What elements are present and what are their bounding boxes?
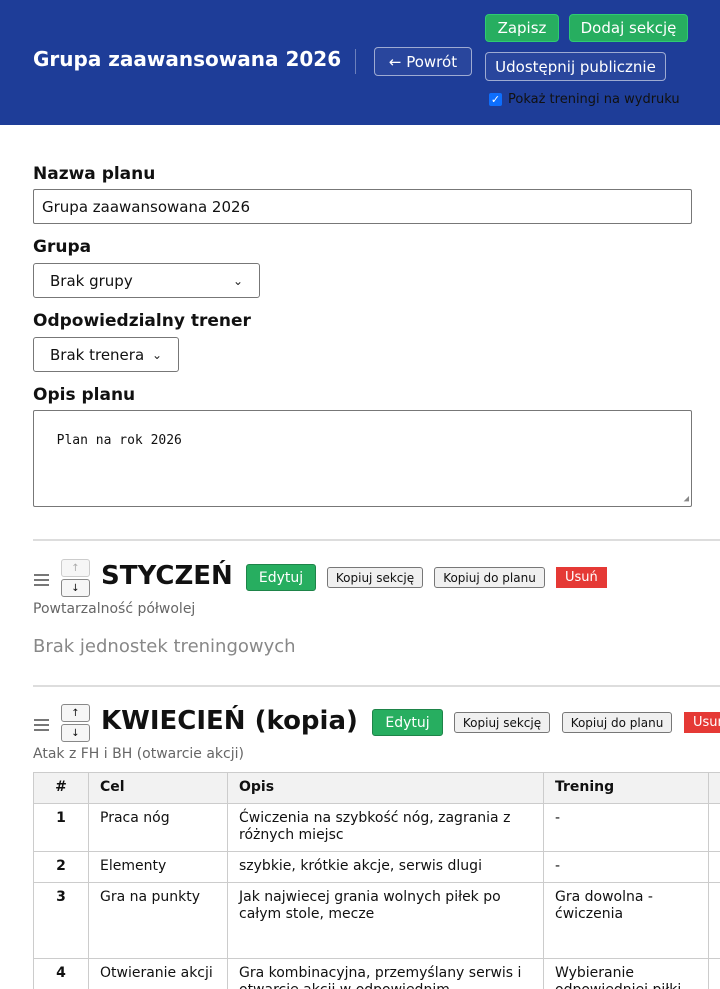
table-row[interactable]: 1 Praca nóg Ćwiczenia na szybkość nóg, z… [33, 803, 720, 852]
move-down-button[interactable]: ↓ [61, 579, 90, 597]
delete-section-button[interactable]: Usuń [556, 567, 607, 588]
copy-section-button[interactable]: Kopiuj sekcję [454, 712, 550, 733]
plan-name-label: Nazwa planu [33, 164, 156, 184]
top-bar: Grupa zaawansowana 2026 ← Powrót Zapisz … [0, 0, 720, 125]
row-goal: Praca nóg [88, 803, 228, 852]
section-divider [33, 685, 720, 687]
row-description: Gra kombinacyjna, przemyślany serwis i o… [227, 958, 544, 989]
save-button[interactable]: Zapisz [485, 14, 559, 42]
column-header-num: # [33, 772, 89, 804]
row-number: 3 [33, 882, 89, 959]
chevron-down-icon: ⌄ [232, 273, 243, 288]
coach-select-value: Brak trenera [50, 345, 145, 364]
row-goal: Otwieranie akcji [88, 958, 228, 989]
resize-handle-icon[interactable]: ◢ [684, 494, 689, 504]
row-goal: Gra na punkty [88, 882, 228, 959]
coach-select[interactable]: Brak trenera ⌄ [33, 337, 179, 372]
add-section-button[interactable]: Dodaj sekcję [569, 14, 688, 42]
row-training: - [543, 851, 709, 883]
section-divider [33, 539, 720, 541]
move-up-button[interactable]: ↑ [61, 559, 90, 577]
back-button[interactable]: ← Powrót [374, 47, 472, 76]
group-label: Grupa [33, 237, 92, 257]
chevron-down-icon: ⌄ [151, 347, 162, 362]
training-units-table: # Cel Opis Trening 1 Praca nóg Ćwiczenia… [33, 772, 720, 989]
description-text: Plan na rok 2026 [56, 433, 182, 448]
print-toggle-label: Pokaż treningi na wydruku [508, 92, 680, 107]
row-description: szybkie, krótkie akcje, serwis dlugi [227, 851, 544, 883]
page-title: Grupa zaawansowana 2026 [33, 47, 342, 71]
column-header-goal: Cel [88, 772, 228, 804]
table-row[interactable]: 4 Otwieranie akcji Gra kombinacyjna, prz… [33, 958, 720, 989]
row-extra [708, 803, 720, 852]
description-textarea[interactable]: Plan na rok 2026 ◢ [33, 410, 692, 507]
row-extra [708, 882, 720, 959]
copy-to-plan-button[interactable]: Kopiuj do planu [434, 567, 545, 588]
row-number: 4 [33, 958, 89, 989]
copy-section-button[interactable]: Kopiuj sekcję [327, 567, 423, 588]
group-select[interactable]: Brak grupy ⌄ [33, 263, 260, 298]
group-select-value: Brak grupy [50, 271, 133, 290]
row-number: 2 [33, 851, 89, 883]
move-up-button[interactable]: ↑ [61, 704, 90, 722]
header-divider [355, 49, 356, 74]
row-goal: Elementy [88, 851, 228, 883]
copy-to-plan-button[interactable]: Kopiuj do planu [562, 712, 672, 733]
checkbox-checked-icon[interactable]: ✓ [489, 93, 502, 106]
row-description: Ćwiczenia na szybkość nóg, zagrania z ró… [227, 803, 544, 852]
table-row[interactable]: 3 Gra na punkty Jak najwiecej grania wol… [33, 882, 720, 959]
row-number: 1 [33, 803, 89, 852]
drag-handle-icon[interactable] [34, 719, 49, 734]
description-label: Opis planu [33, 385, 136, 405]
share-public-button[interactable]: Udostępnij publicznie [485, 52, 666, 81]
print-trainings-toggle[interactable]: ✓ Pokaż treningi na wydruku [489, 92, 680, 107]
row-extra [708, 851, 720, 883]
table-header-row: # Cel Opis Trening [33, 772, 720, 804]
row-training: Gra dowolna - ćwiczenia [543, 882, 709, 959]
column-header-description: Opis [227, 772, 544, 804]
section-title: STYCZEŃ [101, 561, 233, 591]
column-header-extra [708, 772, 720, 804]
section-subtitle: Powtarzalność półwolej [33, 601, 196, 617]
row-training: Wybieranie odpowiedniej piłki [543, 958, 709, 989]
drag-handle-icon[interactable] [34, 574, 49, 589]
row-extra [708, 958, 720, 989]
edit-section-button[interactable]: Edytuj [372, 709, 443, 736]
row-training: - [543, 803, 709, 852]
empty-units-note: Brak jednostek treningowych [33, 636, 296, 657]
plan-name-input[interactable]: Grupa zaawansowana 2026 [33, 189, 692, 224]
coach-label: Odpowiedzialny trener [33, 311, 251, 331]
row-description: Jak najwiecej grania wolnych piłek po ca… [227, 882, 544, 959]
table-row[interactable]: 2 Elementy szybkie, krótkie akcje, serwi… [33, 851, 720, 883]
section-subtitle: Atak z FH i BH (otwarcie akcji) [33, 746, 244, 762]
column-header-training: Trening [543, 772, 709, 804]
section-title: KWIECIEŃ (kopia) [101, 706, 358, 736]
delete-section-button[interactable]: Usuń [684, 712, 720, 733]
edit-section-button[interactable]: Edytuj [246, 564, 316, 591]
move-down-button[interactable]: ↓ [61, 724, 90, 742]
